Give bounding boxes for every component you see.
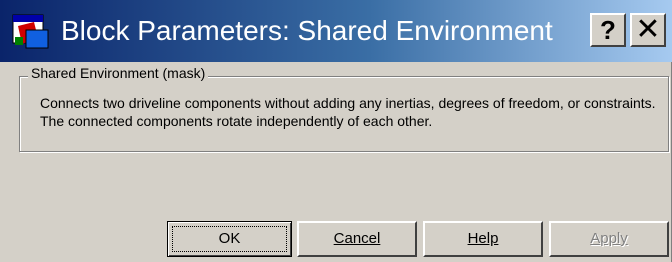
groupbox-title: Shared Environment (mask) (28, 64, 209, 82)
close-button[interactable]: ✕ (630, 13, 666, 47)
cancel-button[interactable]: Cancel (297, 221, 417, 257)
window-title: Block Parameters: Shared Environment (61, 15, 553, 46)
title-bar[interactable]: Block Parameters: Shared Environment ? ✕ (0, 0, 672, 62)
dialog-window: Block Parameters: Shared Environment ? ✕… (0, 0, 672, 262)
ok-button[interactable]: OK (167, 221, 292, 257)
block-icon (12, 12, 50, 50)
ok-button-label: OK (172, 226, 287, 252)
apply-button[interactable]: Apply (549, 221, 669, 257)
help-button[interactable]: Help (423, 221, 543, 257)
context-help-button[interactable]: ? (590, 13, 626, 47)
block-description: Connects two driveline components withou… (40, 95, 656, 129)
